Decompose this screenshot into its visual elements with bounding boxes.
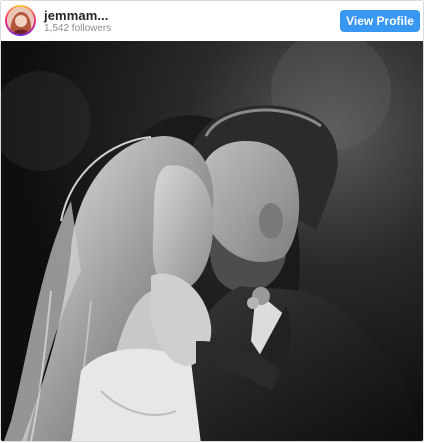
username[interactable]: jemmam... (44, 8, 109, 23)
avatar-story-ring[interactable] (5, 5, 36, 36)
instagram-embed: jemmam... 1,542 followers View Profile (0, 0, 424, 442)
avatar-image (7, 7, 34, 34)
post-photo[interactable] (1, 41, 423, 441)
avatar[interactable] (7, 7, 34, 34)
wedding-kiss-photo (1, 41, 423, 441)
follower-count: 1,542 followers (44, 23, 112, 34)
post-header: jemmam... 1,542 followers View Profile (1, 1, 423, 41)
view-profile-button[interactable]: View Profile (340, 10, 420, 32)
